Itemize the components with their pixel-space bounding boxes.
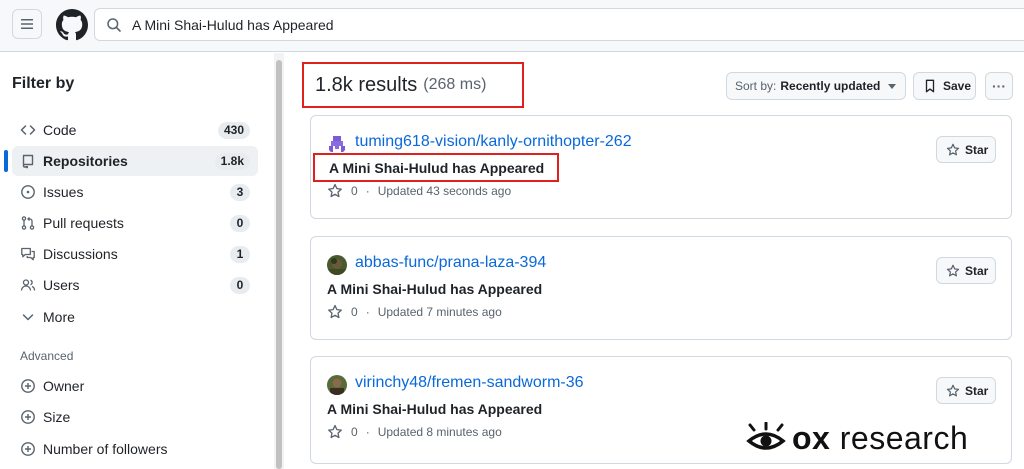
chevron-down-icon: [20, 309, 36, 325]
advanced-item-label: Number of followers: [43, 441, 168, 457]
issue-icon: [20, 184, 36, 200]
star-count: 0: [351, 425, 358, 439]
repo-description: A Mini Shai-Hulud has Appeared: [313, 153, 560, 182]
sidebar-item-users[interactable]: Users 0: [12, 270, 258, 300]
save-label: Save: [943, 79, 972, 93]
results-count: 1.8k results: [315, 73, 418, 96]
code-icon: [20, 122, 36, 138]
separator-dot: ·: [365, 305, 370, 319]
top-header: [0, 0, 1024, 52]
results-summary: 1.8k results (268 ms): [302, 62, 524, 108]
watermark-text: ox research: [792, 419, 969, 456]
hamburger-icon: [21, 19, 33, 29]
repo-link[interactable]: virinchy48/fremen-sandworm-36: [355, 374, 584, 392]
sidebar-item-label: Discussions: [43, 246, 118, 262]
scrollbar-thumb[interactable]: [276, 60, 282, 469]
sidebar-item-label: Pull requests: [43, 215, 124, 231]
sidebar-item-label: Code: [43, 122, 77, 138]
star-button[interactable]: Star: [936, 136, 996, 163]
sidebar-item-more[interactable]: More: [12, 302, 258, 332]
plus-circle-icon: [20, 409, 36, 425]
star-icon: [327, 304, 343, 320]
github-logo-icon[interactable]: [56, 9, 88, 41]
repo-link[interactable]: abbas-func/prana-laza-394: [355, 254, 546, 272]
pull-request-icon: [20, 215, 36, 231]
count-badge: 430: [217, 122, 250, 139]
star-count: 0: [351, 305, 358, 319]
advanced-item-label: Size: [43, 409, 71, 425]
star-icon: [327, 424, 343, 440]
advanced-heading: Advanced: [20, 349, 74, 363]
count-badge: 1: [230, 246, 250, 263]
updated-time: Updated 8 minutes ago: [377, 425, 502, 439]
filter-sidebar: Filter by Code 430 Repositories 1.8k Iss…: [0, 53, 272, 469]
kebab-horizontal-icon: ···: [992, 78, 1006, 94]
sort-value: Recently updated: [780, 79, 881, 93]
repo-result-card: tuming618-vision/kanly-ornithopter-262 A…: [310, 115, 1012, 219]
people-icon: [20, 277, 36, 293]
repo-description: A Mini Shai-Hulud has Appeared: [327, 401, 543, 417]
sidebar-item-label: Issues: [43, 184, 84, 200]
count-badge: 0: [230, 215, 250, 232]
star-button[interactable]: Star: [936, 377, 996, 404]
repo-meta: 0 · Updated 7 minutes ago: [327, 304, 502, 320]
updated-time: Updated 7 minutes ago: [377, 305, 502, 319]
count-badge: 3: [230, 184, 250, 201]
sidebar-item-code[interactable]: Code 430: [12, 115, 258, 145]
star-label: Star: [965, 263, 989, 278]
plus-circle-icon: [20, 378, 36, 394]
avatar[interactable]: [327, 255, 347, 275]
repo-link[interactable]: tuming618-vision/kanly-ornithopter-262: [355, 133, 632, 151]
advanced-item-size[interactable]: Size: [12, 402, 258, 432]
ox-research-watermark: ox research: [746, 418, 968, 458]
sidebar-item-issues[interactable]: Issues 3: [12, 177, 258, 207]
star-icon: [946, 143, 960, 157]
sort-prefix: Sort by:: [735, 79, 777, 93]
sidebar-item-pull-requests[interactable]: Pull requests 0: [12, 208, 258, 238]
count-badge: 0: [230, 277, 250, 294]
sidebar-item-label: More: [43, 309, 75, 325]
star-icon: [946, 384, 960, 398]
separator-dot: ·: [365, 425, 370, 439]
search-input[interactable]: [132, 16, 932, 33]
advanced-item-owner[interactable]: Owner: [12, 371, 258, 401]
advanced-item-label: Owner: [43, 378, 85, 394]
save-search-button[interactable]: Save: [913, 72, 976, 100]
eye-logo-icon: [746, 422, 786, 454]
more-options-button[interactable]: ···: [985, 72, 1013, 100]
updated-time: Updated 43 seconds ago: [377, 184, 512, 198]
star-button[interactable]: Star: [936, 257, 996, 284]
sidebar-item-label: Repositories: [43, 153, 128, 169]
repo-description: A Mini Shai-Hulud has Appeared: [327, 281, 543, 297]
bookmark-icon: [923, 79, 937, 93]
search-icon: [106, 17, 122, 33]
star-label: Star: [965, 383, 989, 398]
separator-dot: ·: [365, 184, 370, 198]
hamburger-menu-button[interactable]: [12, 9, 42, 39]
repo-meta: 0 · Updated 8 minutes ago: [327, 424, 502, 440]
search-bar[interactable]: [94, 8, 1024, 41]
star-label: Star: [965, 142, 989, 157]
star-icon: [946, 264, 960, 278]
avatar[interactable]: [327, 375, 347, 395]
sidebar-item-label: Users: [43, 277, 80, 293]
discussion-icon: [20, 246, 36, 262]
sidebar-item-repositories[interactable]: Repositories 1.8k: [4, 146, 258, 176]
avatar[interactable]: [327, 134, 347, 154]
selected-indicator: [4, 150, 8, 172]
star-icon: [327, 183, 343, 199]
repo-result-card: abbas-func/prana-laza-394 A Mini Shai-Hu…: [310, 236, 1012, 340]
filter-title: Filter by: [12, 75, 75, 92]
repo-icon: [20, 153, 36, 169]
results-time: (268 ms): [423, 76, 487, 93]
advanced-item-number-of-followers[interactable]: Number of followers: [12, 434, 258, 464]
plus-circle-icon: [20, 441, 36, 457]
caret-down-icon: [888, 84, 896, 89]
repo-meta: 0 · Updated 43 seconds ago: [327, 183, 511, 199]
sidebar-item-discussions[interactable]: Discussions 1: [12, 239, 258, 269]
star-count: 0: [351, 184, 358, 198]
count-badge: 1.8k: [214, 153, 250, 170]
sort-dropdown[interactable]: Sort by: Recently updated: [726, 72, 906, 100]
